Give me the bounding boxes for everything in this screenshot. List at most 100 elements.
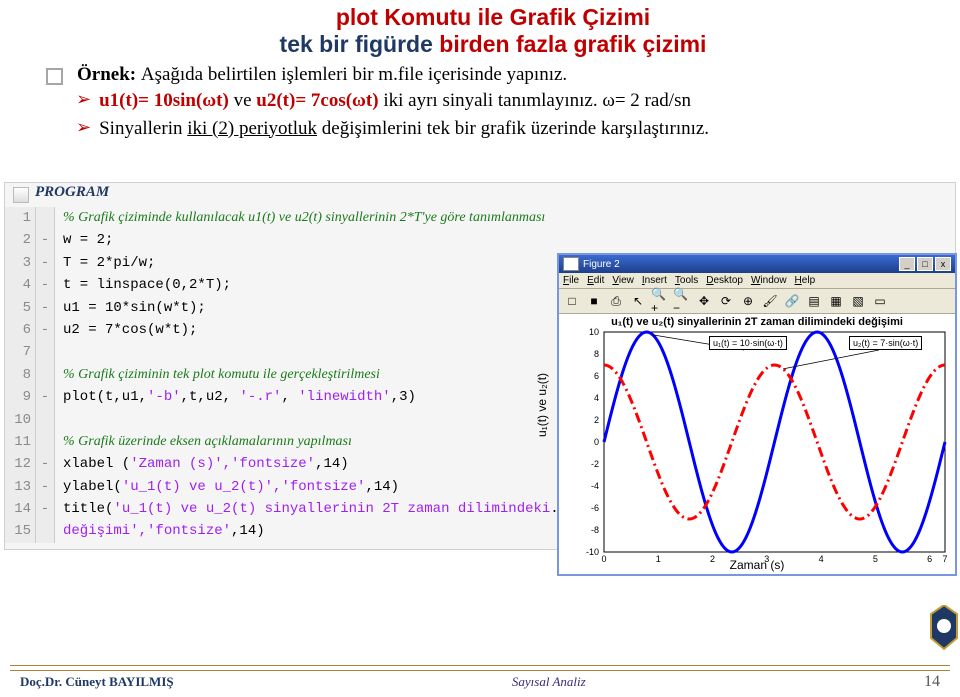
gutter-marker: - [36,476,55,498]
legend-icon[interactable]: ▦ [826,291,846,311]
footer-title: Sayısal Analiz [174,674,924,690]
page-number: 14 [924,673,940,691]
gutter-marker: - [36,229,55,251]
menu-file[interactable]: File [563,275,579,286]
brush-icon[interactable]: 🖌 [760,291,780,311]
ytick: 10 [579,327,599,337]
menu-tools[interactable]: Tools [675,275,698,286]
xtick: 0 [594,554,614,564]
line-number: 5 [5,297,36,319]
heading-line1: plot Komutu ile Grafik Çizimi [46,4,940,31]
axes-icon[interactable]: ▭ [870,291,890,311]
ytick: 6 [579,371,599,381]
arrow1-u2: u2(t)= 7cos(ωt) [256,90,383,111]
grid-icon[interactable]: ▧ [848,291,868,311]
code-body-cell: w = 2; [55,229,956,251]
gutter-marker: - [36,386,55,408]
xtick: 3 [757,554,777,564]
gutter-marker [36,207,55,229]
ornek-text: Örnek: Aşağıda belirtilen işlemleri bir … [77,64,567,86]
line-number: 10 [5,409,36,431]
ytick: 4 [579,393,599,403]
heading-line2-navy: tek bir figürde [280,31,440,57]
close-button[interactable]: x [935,257,951,271]
arrow2-underline: iki (2) periyotluk [187,118,317,139]
code-body-cell: % Grafik çiziminde kullanılacak u1(t) ve… [55,207,956,229]
ytick: 8 [579,349,599,359]
xtick: 2 [703,554,723,564]
menu-edit[interactable]: Edit [587,275,604,286]
ornek-lead: Örnek: [77,64,141,85]
gutter-marker [36,409,55,431]
gutter-marker: - [36,252,55,274]
data-cursor-icon[interactable]: ⊕ [738,291,758,311]
zoom-in-icon[interactable]: 🔍+ [650,291,670,311]
arrow2-pre: Sinyallerin [99,118,187,139]
plot-ylabel: u₁(t) ve u₂(t) [535,373,549,437]
line-number: 15 [5,520,36,542]
link-icon[interactable]: 🔗 [782,291,802,311]
maximize-button[interactable]: □ [917,257,933,271]
colorbar-icon[interactable]: ▤ [804,291,824,311]
gutter-marker [36,431,55,453]
menu-insert[interactable]: Insert [642,275,667,286]
ytick: -2 [579,459,599,469]
arrow1-mid: ve [234,90,257,111]
gutter-marker: - [36,274,55,296]
line-number: 8 [5,364,36,386]
line-number: 9 [5,386,36,408]
program-label: PROGRAM [35,184,109,201]
menu-window[interactable]: Window [751,275,787,286]
code-line: 1 % Grafik çiziminde kullanılacak u1(t) v… [5,207,955,229]
gutter-marker [36,341,55,363]
print-icon[interactable]: ⎙ [606,291,626,311]
menu-desktop[interactable]: Desktop [706,275,743,286]
figure-titlebar[interactable]: ◆ Figure 2 _ □ x [559,255,955,273]
gutter-marker: - [36,453,55,475]
figure-menubar[interactable]: File Edit View Insert Tools Desktop Window Help [559,273,955,289]
university-logo-icon [930,605,958,661]
pointer-icon[interactable]: ↖ [628,291,648,311]
figure-title: Figure 2 [583,259,620,270]
ytick: 0 [579,437,599,447]
heading-line2: tek bir figürde birden fazla grafik çizi… [46,31,940,58]
ornek-rest: Aşağıda belirtilen işlemleri bir m.file … [141,64,567,85]
code-line: 2-w = 2; [5,229,955,251]
arrow1-u1: u1(t)= 10sin(ωt) [99,90,233,111]
save-icon[interactable]: ■ [584,291,604,311]
gutter-marker [36,520,55,542]
zoom-out-icon[interactable]: 🔍− [672,291,692,311]
minimize-button[interactable]: _ [899,257,915,271]
gutter-marker: - [36,297,55,319]
arrow1-body: u1(t)= 10sin(ωt) ve u2(t)= 7cos(ωt) iki … [99,88,940,114]
menu-help[interactable]: Help [795,275,816,286]
plot-svg [559,314,955,574]
xtick: 7 [935,554,955,564]
gutter-marker [36,364,55,386]
line-number: 4 [5,274,36,296]
figure-toolbar[interactable]: □■⎙↖🔍+🔍−✥⟳⊕🖌🔗▤▦▧▭ [559,289,955,314]
menu-view[interactable]: View [612,275,634,286]
arrow-icon: ➢ [76,116,91,139]
line-number: 13 [5,476,36,498]
page-scroll-icon [13,187,29,203]
line-number: 1 [5,207,36,229]
ytick: -8 [579,525,599,535]
figure-axes: u₁(t) ve u₂(t) sinyallerinin 2T zaman di… [559,314,955,574]
gutter-marker: - [36,498,55,520]
arrow1-tail: iki ayrı sinyali tanımlayınız. ω= 2 rad/… [383,90,691,111]
ytick: -6 [579,503,599,513]
callout-u2: u₂(t) = 7·sin(ω·t) [849,336,922,350]
pan-icon[interactable]: ✥ [694,291,714,311]
new-icon[interactable]: □ [562,291,582,311]
xtick: 1 [648,554,668,564]
arrow2-body: Sinyallerin iki (2) periyotluk değişimle… [99,116,940,142]
figure-window: ◆ Figure 2 _ □ x File Edit View Insert Tools… [557,253,957,576]
ytick: -4 [579,481,599,491]
rotate-icon[interactable]: ⟳ [716,291,736,311]
line-number: 12 [5,453,36,475]
line-number: 6 [5,319,36,341]
line-number: 14 [5,498,36,520]
line-number: 3 [5,252,36,274]
gutter-marker: - [36,319,55,341]
